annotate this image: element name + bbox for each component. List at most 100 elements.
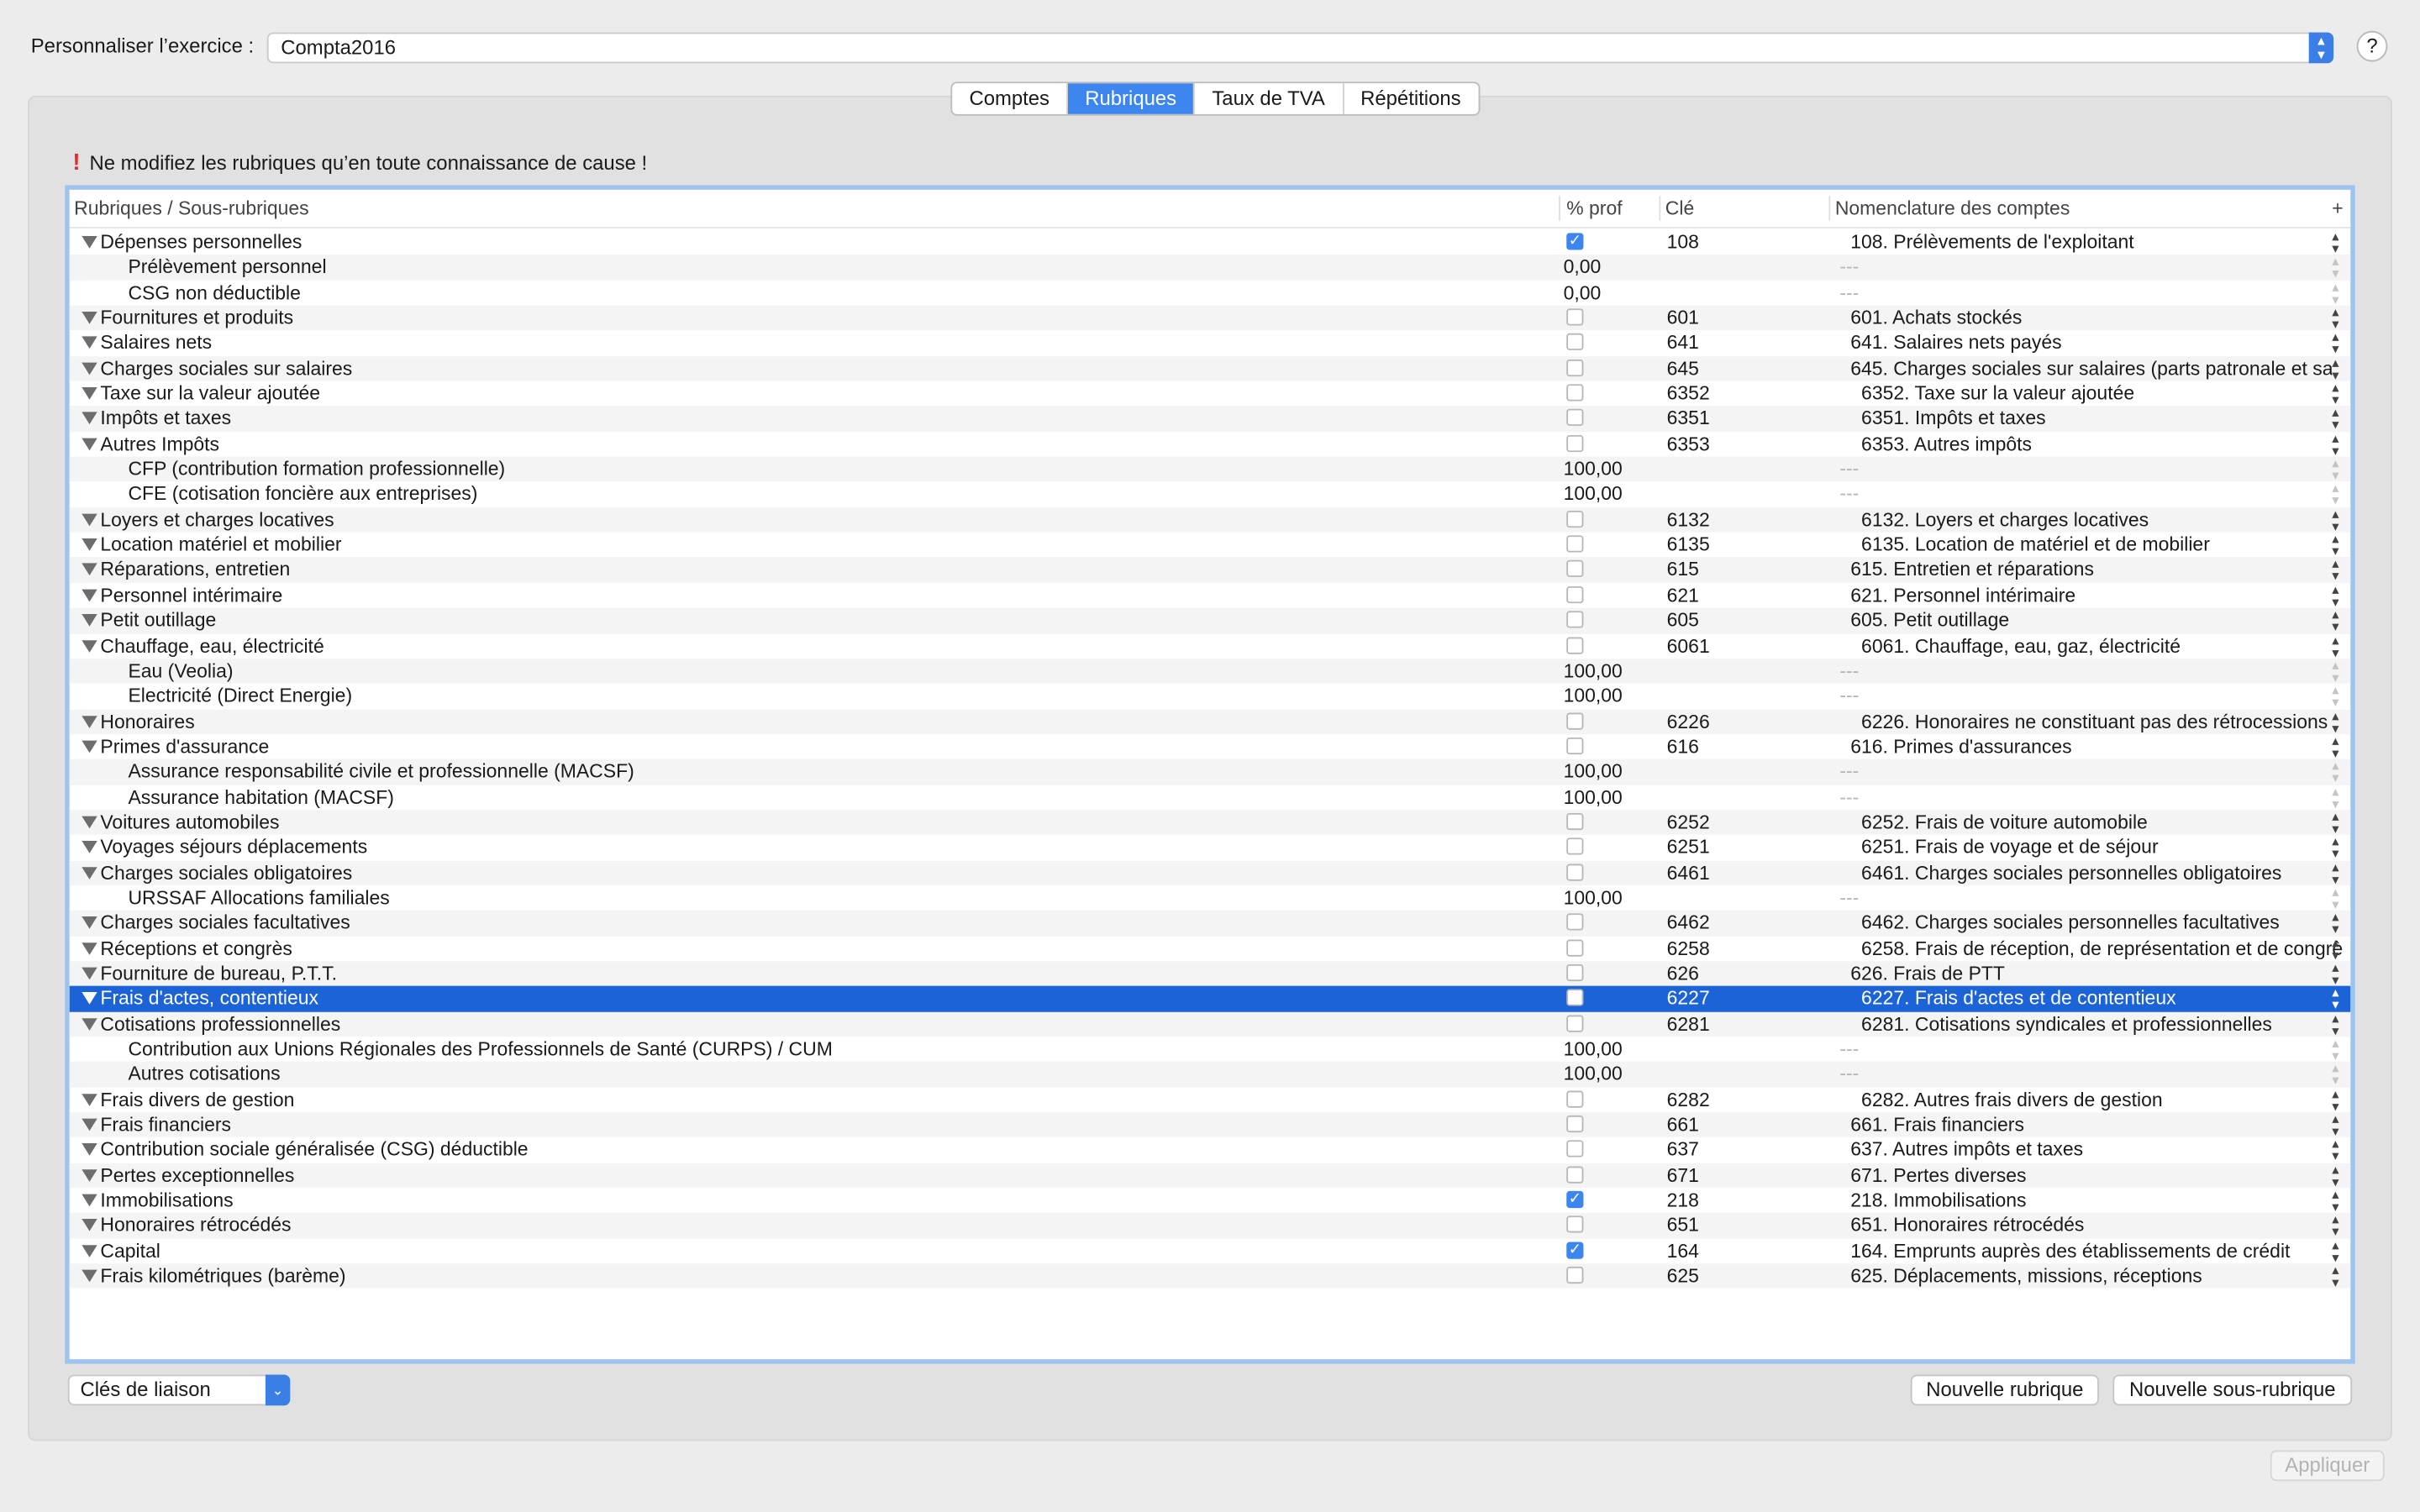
col-cle[interactable]: Clé [1665, 197, 1694, 219]
disclosure-triangle-icon[interactable] [82, 1017, 97, 1031]
pct-prof-checkbox[interactable] [1566, 535, 1584, 553]
rubrique-row[interactable]: Taxe sur la valeur ajoutée 6352 6352. Taxe… [70, 381, 2351, 407]
nomenclature-value[interactable]: --- [1839, 255, 2321, 280]
nomenclature-value[interactable]: 616. Primes d'assurances [1850, 734, 2332, 759]
stepper-arrows-icon[interactable]: ▴ ▾ [2332, 1162, 2338, 1188]
nomenclature-value[interactable]: 6226. Honoraires ne constituant pas des … [1861, 709, 2343, 733]
disclosure-triangle-icon[interactable] [82, 312, 97, 324]
stepper-arrows-icon[interactable]: ▴ ▾ [2332, 1086, 2338, 1112]
pct-prof-checkbox[interactable]: ✓ [1566, 1242, 1584, 1259]
help-button[interactable]: ? [2356, 30, 2388, 62]
pct-prof-checkbox[interactable] [1566, 434, 1584, 452]
disclosure-triangle-icon[interactable] [82, 1118, 97, 1131]
rubrique-row[interactable]: Honoraires rétrocédés 651 651. Honoraires … [69, 1212, 2351, 1239]
rubrique-row[interactable]: Dépenses personnelles ✓ 108 108. Prélèvemen… [70, 229, 2351, 255]
nomenclature-value[interactable]: --- [1839, 281, 2321, 305]
stepper-arrows-icon[interactable]: ▴ ▾ [2332, 910, 2338, 936]
nomenclature-value[interactable]: 645. Charges sociales sur salaires (part… [1850, 356, 2332, 381]
pct-prof-checkbox[interactable]: ✓ [1566, 233, 1584, 250]
pct-prof-checkbox[interactable] [1566, 812, 1584, 830]
stepper-arrows-icon[interactable]: ▴ ▾ [2332, 935, 2338, 961]
pct-prof-checkbox[interactable] [1566, 560, 1584, 578]
pct-prof-checkbox[interactable] [1566, 636, 1584, 654]
rubrique-row[interactable]: Frais kilométriques (barème) 625 625. Dépl… [69, 1263, 2351, 1289]
cle-value[interactable]: 661 [1667, 1112, 1699, 1137]
nomenclature-value[interactable]: --- [1839, 759, 2321, 784]
rubrique-row[interactable]: Impôts et taxes 6351 6351. Impôts et taxes… [69, 406, 2351, 432]
disclosure-triangle-icon[interactable] [82, 992, 97, 1005]
nomenclature-value[interactable]: 6135. Location de matériel et de mobilie… [1861, 533, 2343, 557]
nomenclature-value[interactable]: 671. Pertes diverses [1850, 1163, 2332, 1187]
sub-rubrique-row[interactable]: Autres cotisations 100,00 --- ▴ ▾ [69, 1061, 2351, 1088]
rubrique-row[interactable]: Petit outillage 605 605. Petit outillage ▴ ▾ [69, 607, 2351, 633]
stepper-arrows-icon[interactable]: ▴ ▾ [2332, 1212, 2338, 1238]
rubrique-row[interactable]: Voitures automobiles 6252 6252. Frais de v… [69, 809, 2351, 835]
rubrique-row[interactable]: Primes d'assurance 616 616. Primes d'assur… [70, 733, 2351, 759]
cle-value[interactable]: 6462 [1667, 911, 1710, 935]
cle-value[interactable]: 6353 [1667, 432, 1710, 456]
disclosure-triangle-icon[interactable] [82, 564, 97, 576]
tab-repetitions[interactable]: Répétitions [1344, 83, 1478, 114]
nomenclature-value[interactable]: 637. Autres impôts et taxes [1850, 1137, 2332, 1162]
rubrique-row[interactable]: Immobilisations ✓ 218 218. Immobilisations ▴… [70, 1187, 2351, 1214]
rubrique-row[interactable]: Charges sociales facultatives 6462 6462. C… [69, 910, 2351, 936]
col-pct-prof[interactable]: % prof [1566, 197, 1622, 219]
cle-value[interactable]: 616 [1667, 734, 1699, 759]
pct-prof-checkbox[interactable] [1566, 837, 1584, 855]
pct-prof-value[interactable]: 100,00 [1564, 1062, 1623, 1086]
stepper-arrows-icon[interactable]: ▴ ▾ [2332, 355, 2338, 381]
cle-value[interactable]: 6282 [1667, 1087, 1710, 1111]
sub-rubrique-row[interactable]: Assurance responsabilité civile et profe… [69, 759, 2351, 785]
cle-value[interactable]: 108 [1667, 230, 1699, 255]
pct-prof-value[interactable]: 100,00 [1564, 785, 1623, 809]
stepper-arrows-icon[interactable]: ▴ ▾ [2332, 481, 2338, 507]
cles-liaison-select[interactable]: Clés de liaison ⌄ [67, 1374, 291, 1406]
cle-value[interactable]: 6135 [1667, 533, 1710, 557]
nomenclature-value[interactable]: 615. Entretien et réparations [1850, 558, 2332, 582]
rubrique-row[interactable]: Salaires nets 641 641. Salaires nets payés… [70, 330, 2351, 356]
pct-prof-checkbox[interactable] [1566, 510, 1584, 528]
col-rubriques[interactable]: Rubriques / Sous-rubriques [74, 197, 308, 219]
rubrique-row[interactable]: Charges sociales sur salaires 645 645. Cha… [69, 355, 2351, 381]
pct-prof-checkbox[interactable] [1566, 737, 1584, 754]
nomenclature-value[interactable]: 6282. Autres frais divers de gestion [1861, 1087, 2343, 1111]
tab-comptes[interactable]: Comptes [952, 83, 1069, 114]
stepper-arrows-icon[interactable]: ▴ ▾ [2332, 305, 2338, 331]
stepper-arrows-icon[interactable]: ▴ ▾ [2332, 1111, 2338, 1137]
disclosure-triangle-icon[interactable] [82, 639, 97, 653]
cle-value[interactable]: 218 [1667, 1188, 1699, 1212]
rubrique-row[interactable]: Personnel intérimaire 621 621. Personnel i… [70, 582, 2351, 608]
disclosure-triangle-icon[interactable] [82, 1168, 97, 1182]
nomenclature-value[interactable]: --- [1839, 885, 2321, 910]
cle-value[interactable]: 605 [1667, 608, 1699, 633]
disclosure-triangle-icon[interactable] [82, 942, 97, 955]
nomenclature-value[interactable]: --- [1839, 1037, 2321, 1061]
cle-value[interactable]: 645 [1667, 356, 1699, 381]
rubrique-row[interactable]: Contribution sociale généralisée (CSG) d… [70, 1137, 2351, 1163]
disclosure-triangle-icon[interactable] [82, 589, 97, 601]
pct-prof-value[interactable]: 100,00 [1564, 1037, 1623, 1061]
nomenclature-value[interactable]: 108. Prélèvements de l'exploitant [1850, 230, 2332, 255]
stepper-arrows-icon[interactable]: ▴ ▾ [2332, 406, 2338, 432]
cle-value[interactable]: 641 [1667, 331, 1699, 355]
cle-value[interactable]: 6461 [1667, 860, 1710, 885]
pct-prof-checkbox[interactable] [1566, 989, 1584, 1007]
pct-prof-checkbox[interactable] [1566, 409, 1584, 427]
cle-value[interactable]: 6258 [1667, 936, 1710, 960]
nomenclature-value[interactable]: --- [1839, 482, 2321, 507]
nomenclature-value[interactable]: 651. Honoraires rétrocédés [1850, 1213, 2332, 1237]
sub-rubrique-row[interactable]: CFP (contribution formation professionne… [69, 456, 2351, 482]
stepper-arrows-icon[interactable]: ▴ ▾ [2332, 708, 2338, 734]
stepper-arrows-icon[interactable]: ▴ ▾ [2332, 1137, 2338, 1163]
rubrique-row[interactable]: Frais d'actes, contentieux 6227 6227. Frai… [69, 985, 2351, 1012]
cle-value[interactable]: 651 [1667, 1213, 1699, 1237]
stepper-arrows-icon[interactable]: ▴ ▾ [2332, 859, 2338, 885]
nomenclature-value[interactable]: 6251. Frais de voyage et de séjour [1861, 835, 2343, 859]
rubrique-row[interactable]: Cotisations professionnelles 6281 6281. Co… [69, 1011, 2351, 1037]
cle-value[interactable]: 621 [1667, 583, 1699, 607]
stepper-arrows-icon[interactable]: ▴ ▾ [2332, 1237, 2338, 1263]
exercise-select[interactable]: Compta2016 ▲ ▼ [266, 32, 2334, 64]
pct-prof-checkbox[interactable] [1566, 585, 1584, 603]
nomenclature-value[interactable]: --- [1839, 659, 2321, 683]
pct-prof-checkbox[interactable] [1566, 611, 1584, 628]
